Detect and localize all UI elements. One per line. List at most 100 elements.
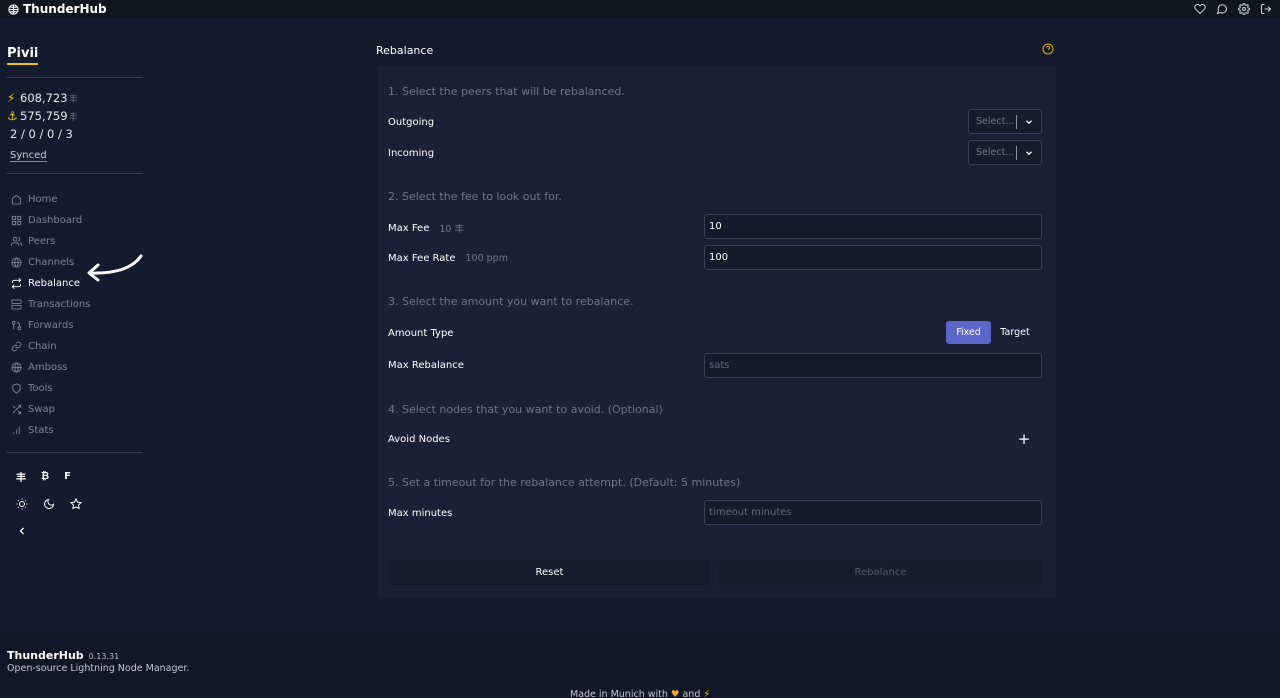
chevron-left-icon[interactable] xyxy=(16,525,28,537)
lightning-icon: ⚡ xyxy=(7,91,16,105)
max-fee-rate-input[interactable]: 100 xyxy=(704,245,1042,270)
step-3-heading: 3. Select the amount you want to rebalan… xyxy=(388,295,634,308)
amount-fixed-button[interactable]: Fixed xyxy=(946,321,991,344)
outgoing-label-text: Outgoing xyxy=(388,117,435,128)
avoid-nodes-label-text: Avoid Nodes xyxy=(388,434,450,445)
outgoing-select[interactable]: Select... xyxy=(968,109,1042,134)
max-minutes-input[interactable]: timeout minutes xyxy=(704,500,1042,525)
sidebar-item-chain[interactable]: Chain xyxy=(7,336,143,357)
globe-icon xyxy=(11,362,22,373)
heart-icon: ♥ xyxy=(670,689,680,698)
rebalance-button[interactable]: Rebalance xyxy=(719,560,1042,585)
chain-balance[interactable]: ⚓ 575,759 丰 xyxy=(7,107,143,125)
max-rebalance-label-text: Max Rebalance xyxy=(388,360,464,371)
help-icon[interactable] xyxy=(1042,43,1054,55)
sidebar-item-label: Home xyxy=(28,194,58,205)
sync-status: Synced xyxy=(10,150,47,162)
sidebar-item-peers[interactable]: Peers xyxy=(7,231,143,252)
settings-icon[interactable] xyxy=(1238,3,1250,15)
incoming-label: Incoming xyxy=(388,148,434,159)
page-title: Rebalance xyxy=(376,44,434,57)
max-fee-input[interactable]: 10 xyxy=(704,214,1042,239)
sidebar-item-stats[interactable]: Stats xyxy=(7,420,143,441)
footer-made-in: Made in Munich with ♥ and ⚡ xyxy=(570,689,710,698)
max-minutes-label: Max minutes xyxy=(388,508,452,519)
currency-btc-option[interactable]: ₿ xyxy=(41,471,49,482)
outgoing-label: Outgoing xyxy=(388,117,434,128)
currency-sats-option[interactable]: 丰 xyxy=(16,469,26,484)
footer-brand-name: ThunderHub xyxy=(7,649,84,662)
sidebar-item-dashboard[interactable]: Dashboard xyxy=(7,210,143,231)
channel-counts: 2 / 0 / 0 / 3 xyxy=(10,127,73,141)
sidebar-divider xyxy=(7,452,143,453)
heart-icon[interactable] xyxy=(1194,3,1206,15)
sidebar-item-label: Forwards xyxy=(28,320,74,331)
app-name: ThunderHub xyxy=(23,2,107,16)
incoming-label-text: Incoming xyxy=(388,148,435,159)
app-logo[interactable]: ThunderHub xyxy=(8,2,107,16)
sidebar-item-transactions[interactable]: Transactions xyxy=(7,294,143,315)
chevron-down-icon[interactable] xyxy=(1017,148,1041,158)
max-fee-sub: 10 丰 xyxy=(439,224,464,235)
collapse-row xyxy=(7,517,143,544)
sidebar-item-home[interactable]: Home xyxy=(7,189,143,210)
lightning-balance[interactable]: ⚡ 608,723 丰 xyxy=(7,89,143,107)
sidebar: Pivii ⚡ 608,723 丰 ⚓ 575,759 丰 2 / 0 / 0 … xyxy=(7,38,143,544)
shuffle-icon xyxy=(12,404,22,415)
users-icon xyxy=(11,236,22,246)
avoid-nodes-label: Avoid Nodes xyxy=(388,434,450,445)
sidebar-item-label: Channels xyxy=(28,257,75,268)
max-fee-label: Max Fee 10 丰 xyxy=(388,221,464,236)
currency-selector: 丰 ₿ F xyxy=(7,463,143,490)
grid-icon xyxy=(11,215,22,226)
shield-icon xyxy=(12,383,21,394)
moon-icon[interactable] xyxy=(43,498,55,510)
home-icon xyxy=(11,194,22,205)
sun-icon[interactable] xyxy=(16,498,28,510)
add-avoid-node-button[interactable]: + xyxy=(1013,429,1035,449)
sidebar-item-label: Swap xyxy=(28,404,56,415)
step-1-heading: 1. Select the peers that will be rebalan… xyxy=(388,85,625,98)
max-rebalance-input[interactable]: sats xyxy=(704,353,1042,378)
sidebar-item-tools[interactable]: Tools xyxy=(7,378,143,399)
sidebar-item-swap[interactable]: Swap xyxy=(7,399,143,420)
bar-chart-icon xyxy=(13,426,20,435)
sidebar-item-forwards[interactable]: Forwards xyxy=(7,315,143,336)
plus-icon: + xyxy=(1017,430,1031,448)
step-4-heading: 4. Select nodes that you want to avoid. … xyxy=(388,403,663,416)
footer-and-text: and xyxy=(682,689,701,698)
sidebar-divider xyxy=(7,173,143,174)
footer-brand: ThunderHub 0.13.31 xyxy=(7,649,119,662)
node-name[interactable]: Pivii xyxy=(7,46,39,65)
link-icon xyxy=(11,341,22,352)
git-pull-icon xyxy=(11,320,22,331)
footer-version: 0.13.31 xyxy=(88,652,120,661)
star-icon[interactable] xyxy=(70,497,82,510)
footer: ThunderHub 0.13.31 Open-source Lightning … xyxy=(0,632,1280,698)
outgoing-select-placeholder: Select... xyxy=(976,116,1015,127)
sidebar-nav: Home Dashboard Peers Channels Rebalance … xyxy=(7,189,143,441)
incoming-select[interactable]: Select... xyxy=(968,140,1042,165)
sidebar-item-label: Dashboard xyxy=(28,215,83,226)
sidebar-item-label: Transactions xyxy=(28,299,91,310)
lightning-balance-value: 608,723 xyxy=(20,91,68,105)
amount-type-label-text: Amount Type xyxy=(388,328,454,339)
amount-target-button[interactable]: Target xyxy=(991,321,1039,344)
logout-icon[interactable] xyxy=(1260,3,1272,15)
globe-icon xyxy=(11,257,22,268)
amount-type-toggle: Fixed Target xyxy=(946,321,1039,344)
chain-balance-value: 575,759 xyxy=(20,109,68,123)
max-fee-rate-label-text: Max Fee Rate xyxy=(388,253,456,264)
sidebar-item-label: Tools xyxy=(28,383,53,394)
currency-fiat-option[interactable]: F xyxy=(64,471,71,482)
chat-icon[interactable] xyxy=(1216,3,1228,15)
incoming-select-placeholder: Select... xyxy=(976,147,1015,158)
sidebar-item-label: Rebalance xyxy=(28,278,81,289)
reset-button[interactable]: Reset xyxy=(388,560,711,585)
max-minutes-label-text: Max minutes xyxy=(388,508,453,519)
chevron-down-icon[interactable] xyxy=(1017,117,1041,127)
footer-made-text: Made in Munich with xyxy=(570,689,668,698)
thunderhub-logo-icon xyxy=(8,3,19,15)
server-icon xyxy=(11,299,22,310)
sidebar-item-amboss[interactable]: Amboss xyxy=(7,357,143,378)
